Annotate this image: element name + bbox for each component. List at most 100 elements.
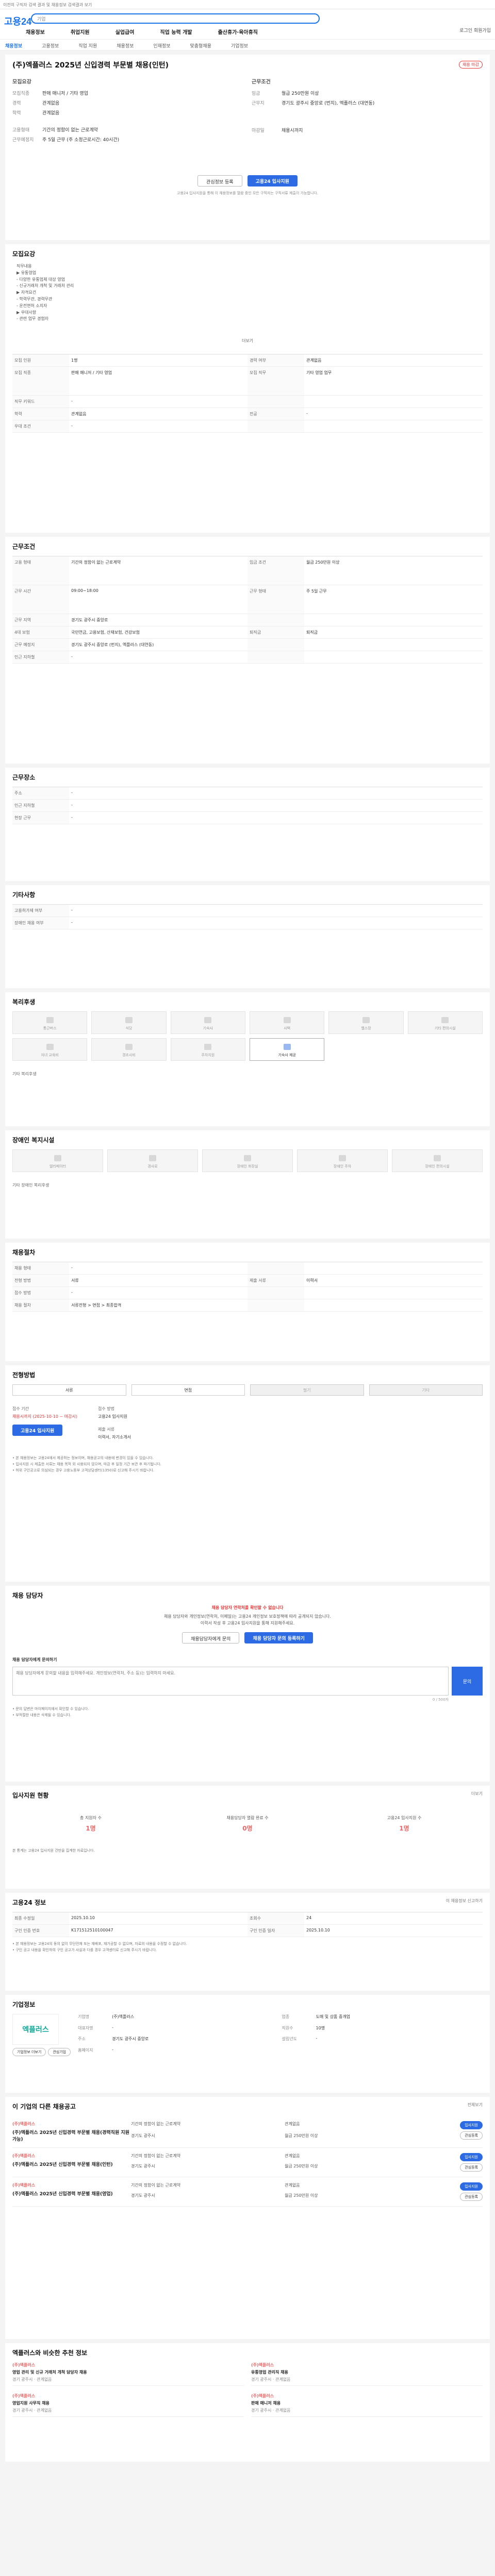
- cell-key: 우대 조건: [12, 420, 69, 433]
- nav-item[interactable]: 취업지원: [71, 28, 90, 36]
- cell-value: 관계없음: [304, 354, 483, 367]
- cell-key: [248, 1287, 304, 1299]
- apply-button[interactable]: 고용24 입사지원: [247, 175, 298, 187]
- recommended-item[interactable]: (주)엑플러스 영업지원 사무직 채용 경기 광주시 · 관계없음: [12, 2393, 244, 2417]
- section-title: 기타사항: [12, 891, 36, 899]
- summary-key: 근무예정지: [12, 138, 34, 143]
- company-more-button[interactable]: 기업정보 더보기: [12, 2048, 46, 2056]
- cell-value: [304, 1299, 483, 1312]
- benefit-tile: 주차지원: [170, 1038, 245, 1061]
- job-save-button[interactable]: 관심등록: [460, 2131, 483, 2140]
- process-section: 채용절차 채용 형태 - 전형 방법 서류 제출 서류 이력서 접수 방법 - 채용 절차…: [5, 1243, 490, 1361]
- nav-item[interactable]: 실업급여: [116, 28, 135, 36]
- summary-row: 고용형태 기간의 정함이 없는 근로계약: [12, 125, 243, 134]
- save-interest-button[interactable]: 관심정보 등록: [197, 175, 242, 187]
- cell-value: -: [69, 787, 483, 800]
- rec-title[interactable]: 영업지원 사무직 채용: [12, 2400, 244, 2406]
- summary-key: 경력: [12, 101, 21, 106]
- recommended-item[interactable]: (주)엑플러스 판매 매니저 채용 경기 광주시 · 관계없음: [251, 2393, 483, 2417]
- contact-section: 채용 담당자 채용 담당자 연락처를 확인할 수 없습니다 채용 담당자와 개인…: [5, 1586, 490, 1782]
- more-button[interactable]: 더보기: [12, 338, 483, 344]
- related-more-link[interactable]: 전체보기: [468, 2102, 483, 2108]
- info-table: 최종 수정일 2025.10.10 조회수 24 구인 인증 번호 K171512510…: [12, 1912, 483, 1937]
- job-save-button[interactable]: 관심등록: [460, 2163, 483, 2172]
- company-value: -: [112, 2025, 113, 2030]
- sub-nav-item[interactable]: 고용정보: [42, 42, 59, 49]
- meta-item: 경기도 광주시: [131, 2164, 155, 2168]
- stats-more-link[interactable]: 더보기: [471, 1791, 483, 1797]
- inquiry-submit-button[interactable]: 문의: [452, 1667, 483, 1696]
- welfare-tile: 장애인 화장실: [202, 1149, 293, 1172]
- sub-nav-item[interactable]: 채용정보: [5, 42, 22, 49]
- cell-value: [304, 614, 483, 626]
- job-item-title[interactable]: (주)엑플러스 2025년 신입경력 부문별 채용(경력직원 지원가능): [12, 2129, 131, 2142]
- inquiry-textarea[interactable]: [12, 1667, 449, 1696]
- cell-key: 현장 근무: [12, 812, 69, 824]
- recommended-grid: (주)엑플러스 영업 관리 및 신규 거래처 개척 담당자 채용 경기 광주시 · …: [12, 2362, 483, 2417]
- company-key: 대표자명: [78, 2025, 93, 2030]
- company-value: -: [112, 2047, 113, 2052]
- favorite-company-button[interactable]: 관심기업: [48, 2048, 71, 2056]
- apply-now-button[interactable]: 고용24 입사지원: [12, 1425, 63, 1436]
- job-title: (주)엑플러스 2025년 신입경력 부문별 채용(인턴): [12, 61, 169, 70]
- job-apply-button[interactable]: 입사지원: [460, 2153, 483, 2161]
- company-logo-block: 엑플러스 기업정보 더보기 관심기업: [12, 2014, 71, 2056]
- related-job-item[interactable]: (주)엑플러스 (주)엑플러스 2025년 신입경력 부문별 채용(인턴) 기간의…: [12, 2148, 483, 2177]
- contact-button[interactable]: 채용담당자에게 문의: [182, 1632, 240, 1643]
- rec-title[interactable]: 영업 관리 및 신규 거래처 개척 담당자 채용: [12, 2369, 244, 2375]
- job-apply-button[interactable]: 입사지원: [460, 2182, 483, 2191]
- register-inquiry-button[interactable]: 채용 담당자 문의 등록하기: [244, 1632, 313, 1643]
- job-description: 직무내용 ▶ 유통영업 - 다양한 유통업체 대상 영업 - 신규거래처 개척 …: [12, 263, 483, 323]
- summary-key: 고용형태: [12, 128, 30, 133]
- site-header: 고용24 기업 채용정보 취업지원 실업급여 직업 능력 개발 출산휴가·육아휴…: [0, 9, 495, 39]
- meta-item: 기간의 정함이 없는 근로계약: [131, 2122, 180, 2126]
- cell-key: 조회수: [248, 1912, 304, 1925]
- stat-value: 0명: [242, 1825, 253, 1832]
- meta-item: 기간의 정함이 없는 근로계약: [131, 2183, 180, 2188]
- site-logo[interactable]: 고용24: [4, 14, 31, 28]
- summary-value: 채용시까지: [282, 128, 303, 133]
- sub-nav-item[interactable]: 채용정보: [117, 42, 134, 49]
- rec-title[interactable]: 유통영업 관리직 채용: [251, 2369, 483, 2375]
- meta-item: 월급 250만원 이상: [285, 2164, 318, 2168]
- cell-value: -: [69, 1287, 248, 1299]
- cell-key: [248, 1262, 304, 1275]
- nav-item[interactable]: 출산휴가·육아휴직: [218, 28, 258, 36]
- sub-nav-item[interactable]: 인재정보: [153, 42, 170, 49]
- job-save-button[interactable]: 관심등록: [460, 2193, 483, 2201]
- cell-value: 2025.10.10: [304, 1925, 483, 1937]
- report-link[interactable]: 이 채용정보 신고하기: [446, 1898, 483, 1904]
- work-place-section: 근무장소 주소 - 인근 지하철 - 현장 근무 -: [5, 768, 490, 881]
- stat-label: 채용담당자 열람 완료 수: [226, 1816, 269, 1820]
- sub-nav-item[interactable]: 기업정보: [231, 42, 248, 49]
- rec-meta: 경기 광주시 · 관계없음: [12, 2408, 52, 2413]
- nav-item[interactable]: 채용정보: [26, 28, 45, 36]
- sub-nav-item[interactable]: 직업 지원: [78, 42, 97, 49]
- job-item-title[interactable]: (주)엑플러스 2025년 신입경력 부문별 채용(인턴): [12, 2161, 131, 2167]
- related-job-item[interactable]: (주)엑플러스 (주)엑플러스 2025년 신입경력 부문별 채용(경력직원 지원…: [12, 2116, 483, 2148]
- summary-value: 경기도 광주시 중앙로 (번지), 엑플러스 (대연동): [282, 101, 375, 106]
- cell-value: 이력서: [304, 1275, 483, 1287]
- recommended-item[interactable]: (주)엑플러스 유통영업 관리직 채용 경기 광주시 · 관계없음: [251, 2362, 483, 2386]
- cell-value: [304, 396, 483, 409]
- section-title: 근무조건: [12, 543, 36, 550]
- rec-title[interactable]: 판매 매니저 채용: [251, 2400, 483, 2406]
- job-apply-button[interactable]: 입사지원: [460, 2121, 483, 2129]
- job-summary-card: (주)엑플러스 2025년 신입경력 부문별 채용(인턴) 채용 마감 모집요강…: [5, 55, 490, 240]
- sub-nav-item[interactable]: 맞춤형채용: [190, 42, 211, 49]
- company-section: 기업정보 엑플러스 기업정보 더보기 관심기업 기업명 (주)엑플러스 업종 도매 및…: [5, 1995, 490, 2093]
- cell-value: 경기도 광주시 중앙로 (번지), 엑플러스 (대연동): [69, 639, 248, 651]
- cell-value: 1명: [69, 354, 248, 367]
- search-input[interactable]: 기업: [31, 13, 320, 24]
- job-item-title[interactable]: (주)엑플러스 2025년 신입경력 부문별 채용(영업): [12, 2190, 131, 2197]
- welfare-tile: 장애인 편의시설: [392, 1149, 483, 1172]
- nav-item[interactable]: 직업 능력 개발: [160, 28, 192, 36]
- related-job-item[interactable]: (주)엑플러스 (주)엑플러스 2025년 신입경력 부문별 채용(영업) 기간의…: [12, 2177, 483, 2207]
- header-user-links[interactable]: 로그인 회원가입: [459, 27, 491, 33]
- stats-note: 본 통계는 고용24 입사지원 건만을 집계한 자료입니다.: [12, 1849, 95, 1853]
- recommended-item[interactable]: (주)엑플러스 영업 관리 및 신규 거래처 개척 담당자 채용 경기 광주시 · …: [12, 2362, 244, 2386]
- inquiry-box: 문의: [12, 1667, 483, 1696]
- job-summary: 모집요강 모집직종 판매 매니저 / 기타 영업 경력 관계없음 학력 관계없음 고용…: [12, 77, 483, 144]
- welfare-tile: 장애인 주차: [297, 1149, 388, 1172]
- inquiry-notes: • 문의 답변은 마이페이지에서 확인할 수 있습니다. • 부적절한 내용은 …: [12, 1706, 483, 1719]
